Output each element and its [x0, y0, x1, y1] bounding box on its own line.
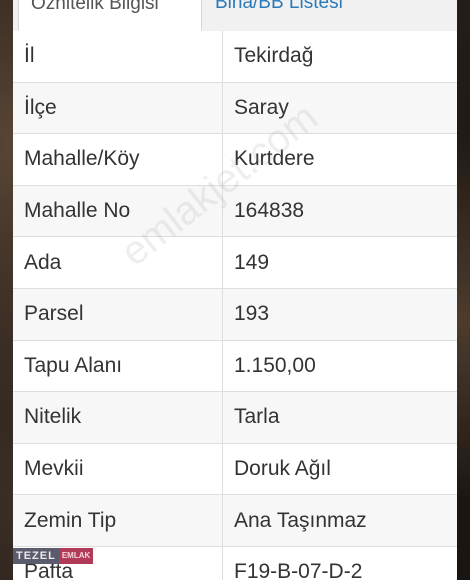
- table-row: İlçe Saray: [13, 82, 457, 135]
- row-label: Mahalle/Köy: [13, 134, 223, 185]
- table-row: Nitelik Tarla: [13, 392, 457, 444]
- row-value: 1.150,00: [234, 353, 316, 377]
- row-label: İlçe: [13, 82, 223, 134]
- row-value: Saray: [234, 95, 289, 119]
- table-row: Zemin Tip Ana Taşınmaz: [13, 495, 457, 547]
- table-row: Tapu Alanı 1.150,00: [13, 340, 457, 393]
- row-value: Kurtdere: [234, 147, 315, 171]
- row-value: Doruk Ağıl: [234, 457, 331, 481]
- row-value: 193: [234, 302, 270, 326]
- tab-bar: Öznitelik Bilgisi Bina/BB Listesi: [13, 0, 457, 32]
- row-value: Ana Taşınmaz: [234, 508, 367, 532]
- table-row: İl Tekirdağ: [13, 31, 457, 83]
- parcel-info-panel: Öznitelik Bilgisi Bina/BB Listesi İl Tek…: [13, 0, 457, 580]
- logo-text-secondary: EMLAK: [58, 548, 94, 564]
- table-row: Parsel 193: [13, 288, 457, 341]
- tab-oznitelik-bilgisi[interactable]: Öznitelik Bilgisi: [18, 0, 202, 31]
- logo-text-primary: TEZEL: [13, 548, 59, 564]
- tab-bina-bb-listesi[interactable]: Bina/BB Listesi: [203, 0, 355, 31]
- row-label: Tapu Alanı: [13, 340, 223, 392]
- attribute-table: İl Tekirdağ İlçe Saray Mahalle/Köy Kurtd…: [13, 31, 457, 580]
- row-value: Tekirdağ: [234, 44, 314, 68]
- row-label: Nitelik: [13, 392, 223, 443]
- row-value: Tarla: [234, 405, 280, 429]
- row-label: Mevkii: [13, 443, 223, 495]
- row-label: Mahalle No: [13, 185, 223, 237]
- table-row: Mevkii Doruk Ağıl: [13, 443, 457, 496]
- row-value: 149: [234, 250, 270, 274]
- table-row: Ada 149: [13, 237, 457, 289]
- row-label: Zemin Tip: [13, 495, 223, 546]
- row-label: İl: [13, 31, 223, 82]
- table-row: Mahalle No 164838: [13, 185, 457, 238]
- row-value: F19-B-07-D-2: [234, 560, 363, 580]
- tezel-emlak-logo: TEZEL EMLAK: [13, 548, 94, 564]
- row-value: 164838: [234, 199, 305, 223]
- table-row: Mahalle/Köy Kurtdere: [13, 134, 457, 186]
- row-label: Ada: [13, 237, 223, 288]
- row-label: Parsel: [13, 288, 223, 340]
